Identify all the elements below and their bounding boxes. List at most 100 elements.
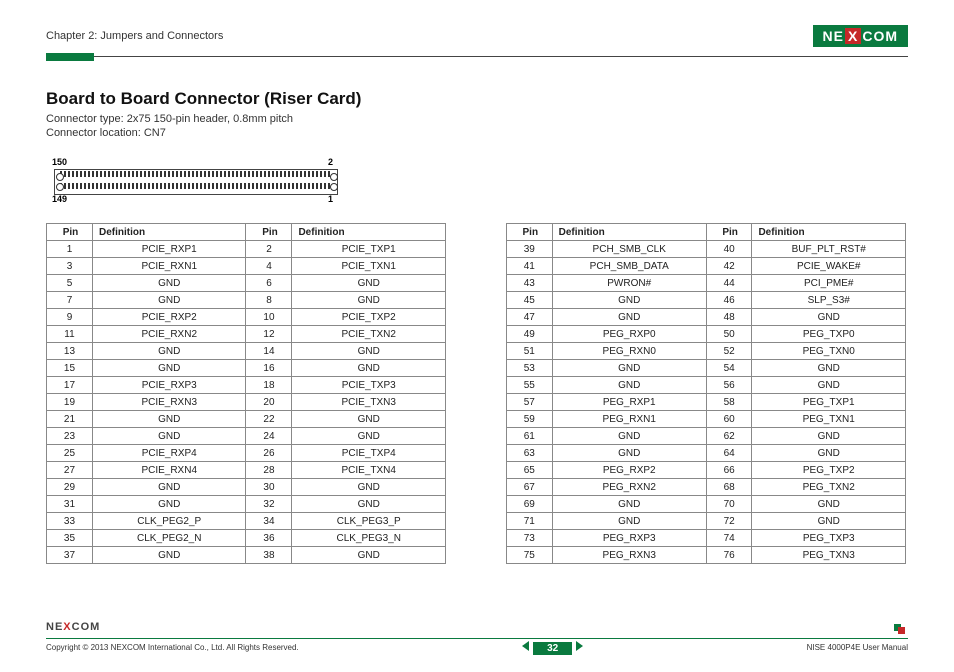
pin-cell: 21: [47, 411, 93, 428]
connector-type: Connector type: 2x75 150-pin header, 0.8…: [46, 113, 908, 125]
pin-cell: 5: [47, 275, 93, 292]
page-number-wrap: 32: [522, 641, 584, 654]
pin-cell: 2: [246, 241, 292, 258]
definition-cell: GND: [552, 309, 706, 326]
table-row: 45GND46SLP_S3#: [507, 292, 906, 309]
pin-cell: 46: [706, 292, 752, 309]
table-row: 37GND38GND: [47, 547, 446, 564]
definition-cell: PCH_SMB_DATA: [552, 258, 706, 275]
definition-cell: PCIE_RXP4: [92, 445, 246, 462]
pin-cell: 14: [246, 343, 292, 360]
definition-cell: GND: [92, 428, 246, 445]
pin-cell: 50: [706, 326, 752, 343]
definition-cell: GND: [752, 428, 906, 445]
pin-cell: 28: [246, 462, 292, 479]
table-row: 67PEG_RXN268PEG_TXN2: [507, 479, 906, 496]
pin-cell: 70: [706, 496, 752, 513]
definition-cell: GND: [752, 377, 906, 394]
table-row: 13GND14GND: [47, 343, 446, 360]
definition-cell: GND: [92, 360, 246, 377]
table-header: Definition: [292, 224, 446, 241]
table-row: 35CLK_PEG2_N36CLK_PEG3_N: [47, 530, 446, 547]
table-row: 53GND54GND: [507, 360, 906, 377]
pin-cell: 36: [246, 530, 292, 547]
definition-cell: PCIE_RXN1: [92, 258, 246, 275]
pin-cell: 42: [706, 258, 752, 275]
pin-cell: 65: [507, 462, 553, 479]
diagram-label-150: 150: [52, 157, 67, 167]
table-row: 27PCIE_RXN428PCIE_TXN4: [47, 462, 446, 479]
diagram-row-top: [60, 171, 330, 177]
footer-corner-icon: [894, 618, 908, 636]
definition-cell: GND: [292, 496, 446, 513]
definition-cell: PCIE_TXP4: [292, 445, 446, 462]
definition-cell: GND: [92, 547, 246, 564]
definition-cell: PCIE_RXN3: [92, 394, 246, 411]
pin-cell: 35: [47, 530, 93, 547]
logo-left: NE: [823, 28, 844, 44]
triangle-left-icon: [522, 641, 529, 651]
definition-cell: PCIE_WAKE#: [752, 258, 906, 275]
pin-cell: 15: [47, 360, 93, 377]
pin-cell: 71: [507, 513, 553, 530]
definition-cell: PCIE_RXP3: [92, 377, 246, 394]
table-row: 19PCIE_RXN320PCIE_TXN3: [47, 394, 446, 411]
table-row: 57PEG_RXP158PEG_TXP1: [507, 394, 906, 411]
pin-cell: 52: [706, 343, 752, 360]
pin-cell: 72: [706, 513, 752, 530]
pin-cell: 57: [507, 394, 553, 411]
pin-cell: 64: [706, 445, 752, 462]
definition-cell: GND: [752, 513, 906, 530]
diagram-hole: [56, 183, 64, 191]
pin-cell: 74: [706, 530, 752, 547]
definition-cell: GND: [292, 343, 446, 360]
pin-cell: 1: [47, 241, 93, 258]
definition-cell: SLP_S3#: [752, 292, 906, 309]
table-header: Definition: [92, 224, 246, 241]
pin-cell: 54: [706, 360, 752, 377]
definition-cell: GND: [92, 275, 246, 292]
definition-cell: PEG_TXP0: [752, 326, 906, 343]
table-row: 9PCIE_RXP210PCIE_TXP2: [47, 309, 446, 326]
pin-cell: 60: [706, 411, 752, 428]
pin-cell: 51: [507, 343, 553, 360]
table-row: 23GND24GND: [47, 428, 446, 445]
table-row: 41PCH_SMB_DATA42PCIE_WAKE#: [507, 258, 906, 275]
definition-cell: PEG_TXP1: [752, 394, 906, 411]
definition-cell: GND: [92, 496, 246, 513]
definition-cell: GND: [292, 292, 446, 309]
table-row: 71GND72GND: [507, 513, 906, 530]
pin-cell: 16: [246, 360, 292, 377]
definition-cell: PCIE_RXN2: [92, 326, 246, 343]
pin-cell: 31: [47, 496, 93, 513]
table-row: 49PEG_RXP050PEG_TXP0: [507, 326, 906, 343]
pin-cell: 44: [706, 275, 752, 292]
table-row: 47GND48GND: [507, 309, 906, 326]
definition-cell: PEG_RXP2: [552, 462, 706, 479]
definition-cell: GND: [552, 428, 706, 445]
table-row: 63GND64GND: [507, 445, 906, 462]
definition-cell: PEG_RXP0: [552, 326, 706, 343]
definition-cell: GND: [552, 513, 706, 530]
table-row: 59PEG_RXN160PEG_TXN1: [507, 411, 906, 428]
pin-cell: 18: [246, 377, 292, 394]
definition-cell: CLK_PEG3_P: [292, 513, 446, 530]
definition-cell: GND: [552, 360, 706, 377]
pin-cell: 20: [246, 394, 292, 411]
definition-cell: PCH_SMB_CLK: [552, 241, 706, 258]
table-row: 11PCIE_RXN212PCIE_TXN2: [47, 326, 446, 343]
definition-cell: PCIE_RXP1: [92, 241, 246, 258]
definition-cell: GND: [92, 411, 246, 428]
header-rule: [46, 56, 908, 57]
diagram-hole: [330, 183, 338, 191]
definition-cell: GND: [552, 496, 706, 513]
definition-cell: GND: [292, 479, 446, 496]
definition-cell: PCIE_TXN1: [292, 258, 446, 275]
pin-cell: 3: [47, 258, 93, 275]
definition-cell: PCIE_TXN2: [292, 326, 446, 343]
pin-cell: 76: [706, 547, 752, 564]
pin-cell: 67: [507, 479, 553, 496]
pin-cell: 38: [246, 547, 292, 564]
pin-cell: 7: [47, 292, 93, 309]
table-row: 39PCH_SMB_CLK40BUF_PLT_RST#: [507, 241, 906, 258]
